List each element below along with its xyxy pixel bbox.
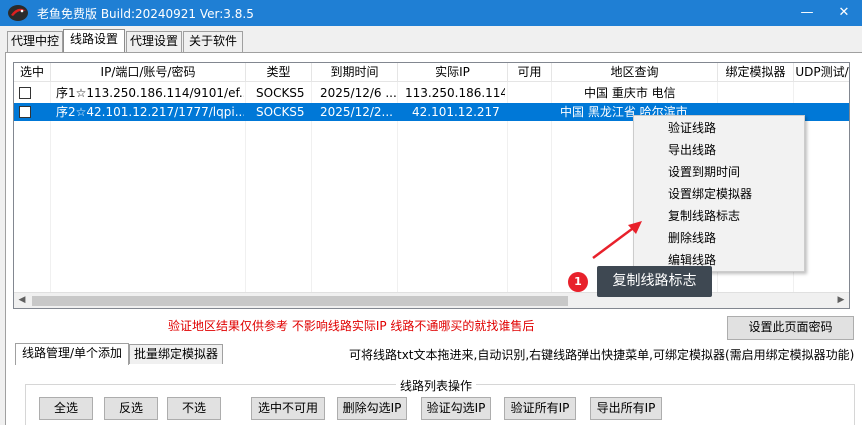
verify-all-ip-button[interactable]: 验证所有IP (504, 397, 576, 420)
select-all-button[interactable]: 全选 (39, 397, 93, 420)
tab-line-management[interactable]: 线路管理/单个添加 (15, 343, 129, 365)
set-page-password-button[interactable]: 设置此页面密码 (727, 316, 854, 340)
annotation-badge: 1 (568, 272, 588, 292)
invert-selection-button[interactable]: 反选 (104, 397, 158, 420)
select-none-button[interactable]: 不选 (167, 397, 221, 420)
region-notice: 验证地区结果仅供参考 不影响线路实际IP 线路不通哪买的就找谁售后 (168, 319, 535, 333)
tab-batch-bind-emulator[interactable]: 批量绑定模拟器 (129, 344, 223, 364)
annotation-callout: 复制线路标志 (597, 266, 712, 297)
select-unavailable-button[interactable]: 选中不可用 (251, 397, 325, 420)
group-title: 线路列表操作 (396, 377, 477, 394)
delete-checked-ip-button[interactable]: 删除勾选IP (337, 397, 407, 420)
verify-checked-ip-button[interactable]: 验证勾选IP (421, 397, 491, 420)
drag-hint-text: 可将线路txt文本拖进来,自动识别,右键线路弹出快捷菜单,可绑定模拟器(需启用绑… (349, 348, 855, 362)
export-all-ip-button[interactable]: 导出所有IP (590, 397, 662, 420)
